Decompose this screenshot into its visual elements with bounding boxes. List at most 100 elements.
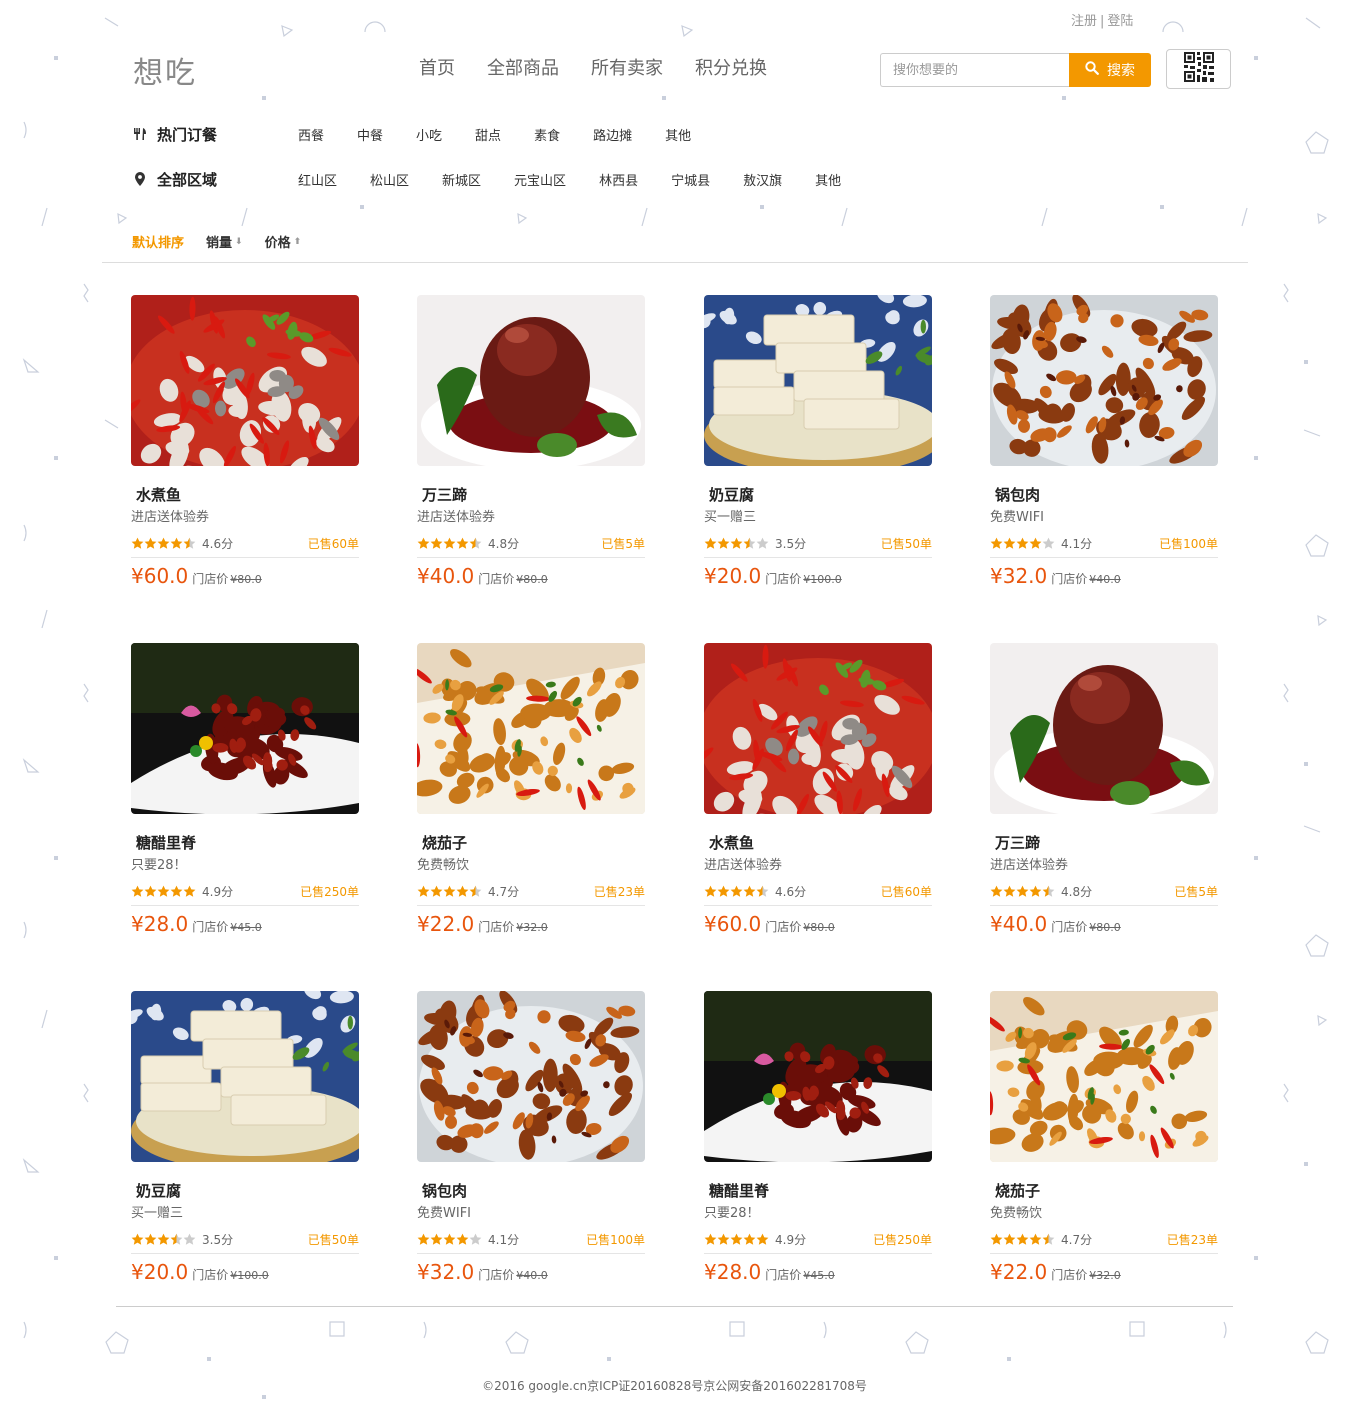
category-other[interactable]: 其他 bbox=[665, 125, 691, 144]
store-price: ¥100.0 bbox=[803, 573, 842, 586]
nav-all-products[interactable]: 全部商品 bbox=[487, 57, 559, 81]
login-link[interactable]: 登陆 bbox=[1107, 14, 1133, 29]
nav-home[interactable]: 首页 bbox=[419, 57, 455, 81]
product-card[interactable]: 锅包肉 免费WIFI 4.1分 已售100单 ¥32.0 门店价 ¥40.0 bbox=[990, 295, 1218, 588]
site-logo[interactable]: 想吃 bbox=[133, 48, 197, 92]
product-image[interactable] bbox=[704, 991, 932, 1162]
area-linxi[interactable]: 林西县 bbox=[599, 170, 638, 189]
area-aohan[interactable]: 敖汉旗 bbox=[743, 170, 782, 189]
area-ningcheng[interactable]: 宁城县 bbox=[671, 170, 710, 189]
product-rating-row: 4.9分 已售250单 bbox=[131, 883, 359, 899]
product-score: 3.5分 bbox=[202, 1232, 234, 1247]
nav-points-exchange[interactable]: 积分兑换 bbox=[695, 57, 767, 81]
product-name[interactable]: 水煮鱼 bbox=[704, 834, 932, 852]
product-score: 4.9分 bbox=[775, 1232, 807, 1247]
qr-code-icon bbox=[1183, 52, 1214, 86]
category-vegetarian[interactable]: 素食 bbox=[534, 125, 560, 144]
area-hongshan[interactable]: 红山区 bbox=[298, 170, 337, 189]
product-name[interactable]: 锅包肉 bbox=[990, 486, 1218, 504]
card-divider bbox=[131, 557, 359, 558]
product-rating-row: 4.9分 已售250单 bbox=[704, 1231, 932, 1247]
search-button[interactable]: 搜索 bbox=[1069, 53, 1151, 87]
store-price: ¥32.0 bbox=[1089, 1269, 1121, 1282]
sort-default[interactable]: 默认排序 bbox=[132, 232, 184, 251]
register-link[interactable]: 注册 bbox=[1071, 14, 1097, 29]
store-price-label: 门店价 bbox=[765, 572, 802, 586]
star-icon bbox=[144, 537, 157, 549]
star-icon bbox=[456, 1233, 469, 1245]
store-price-label: 门店价 bbox=[192, 920, 229, 934]
product-image[interactable] bbox=[131, 643, 359, 814]
product-image[interactable] bbox=[417, 643, 645, 814]
star-icon bbox=[430, 885, 443, 897]
qr-code-button[interactable] bbox=[1166, 49, 1231, 89]
product-name[interactable]: 锅包肉 bbox=[417, 1182, 645, 1200]
product-card[interactable]: 烧茄子 免费畅饮 4.7分 已售23单 ¥22.0 门店价 ¥32.0 bbox=[417, 643, 645, 936]
product-card[interactable]: 烧茄子 免费畅饮 4.7分 已售23单 ¥22.0 门店价 ¥32.0 bbox=[990, 991, 1218, 1284]
product-name[interactable]: 万三蹄 bbox=[990, 834, 1218, 852]
product-name[interactable]: 烧茄子 bbox=[417, 834, 645, 852]
nav-all-sellers[interactable]: 所有卖家 bbox=[591, 57, 663, 81]
product-image[interactable] bbox=[131, 295, 359, 466]
star-icon bbox=[704, 537, 717, 549]
star-rating bbox=[131, 1233, 196, 1246]
product-score: 3.5分 bbox=[775, 536, 807, 551]
category-chinese[interactable]: 中餐 bbox=[357, 125, 383, 144]
star-icon bbox=[170, 885, 183, 897]
category-street-food[interactable]: 路边摊 bbox=[593, 125, 632, 144]
star-icon bbox=[430, 537, 443, 549]
card-divider bbox=[704, 1253, 932, 1254]
product-card[interactable]: 水煮鱼 进店送体验券 4.6分 已售60单 ¥60.0 门店价 ¥80.0 bbox=[131, 295, 359, 588]
product-image[interactable] bbox=[990, 295, 1218, 466]
product-card[interactable]: 糖醋里脊 只要28！ 4.9分 已售250单 ¥28.0 门店价 ¥45.0 bbox=[131, 643, 359, 936]
product-promo: 只要28！ bbox=[131, 858, 187, 873]
category-filter-title: 热门订餐 bbox=[131, 124, 298, 145]
product-name[interactable]: 奶豆腐 bbox=[131, 1182, 359, 1200]
area-xincheng[interactable]: 新城区 bbox=[442, 170, 481, 189]
store-price: ¥40.0 bbox=[516, 1269, 548, 1282]
product-image[interactable] bbox=[417, 991, 645, 1162]
star-icon bbox=[183, 885, 196, 897]
product-card[interactable]: 奶豆腐 买一赠三 3.5分 已售50单 ¥20.0 门店价 ¥100.0 bbox=[131, 991, 359, 1284]
product-price-row: ¥32.0 门店价 ¥40.0 bbox=[990, 564, 1218, 588]
sort-by-sales[interactable]: 销量 ⬇ bbox=[206, 232, 243, 251]
product-card[interactable]: 水煮鱼 进店送体验券 4.6分 已售60单 ¥60.0 门店价 ¥80.0 bbox=[704, 643, 932, 936]
product-name[interactable]: 水煮鱼 bbox=[131, 486, 359, 504]
product-promo: 进店送体验券 bbox=[704, 858, 783, 873]
product-name[interactable]: 糖醋里脊 bbox=[131, 834, 359, 852]
product-card[interactable]: 锅包肉 免费WIFI 4.1分 已售100单 ¥32.0 门店价 ¥40.0 bbox=[417, 991, 645, 1284]
search-input[interactable] bbox=[880, 53, 1069, 87]
area-songshan[interactable]: 松山区 bbox=[370, 170, 409, 189]
product-rating-row: 3.5分 已售50单 bbox=[704, 535, 932, 551]
product-card[interactable]: 糖醋里脊 只要28！ 4.9分 已售250单 ¥28.0 门店价 ¥45.0 bbox=[704, 991, 932, 1284]
product-image[interactable] bbox=[990, 991, 1218, 1162]
category-desserts[interactable]: 甜点 bbox=[475, 125, 501, 144]
area-yuanbaoshan[interactable]: 元宝山区 bbox=[514, 170, 566, 189]
product-card[interactable]: 万三蹄 进店送体验券 4.8分 已售5单 ¥40.0 门店价 ¥80.0 bbox=[990, 643, 1218, 936]
star-rating bbox=[131, 537, 196, 550]
sort-divider bbox=[102, 262, 1248, 263]
product-image[interactable] bbox=[704, 295, 932, 466]
product-card[interactable]: 万三蹄 进店送体验券 4.8分 已售5单 ¥40.0 门店价 ¥80.0 bbox=[417, 295, 645, 588]
product-price-row: ¥20.0 门店价 ¥100.0 bbox=[704, 564, 932, 588]
product-rating-row: 4.8分 已售5单 bbox=[990, 883, 1218, 899]
product-name[interactable]: 奶豆腐 bbox=[704, 486, 932, 504]
sort-by-price[interactable]: 价格 ⬆ bbox=[265, 232, 302, 251]
category-filter: 热门订餐 西餐 中餐 小吃 甜点 素食 路边摊 其他 bbox=[131, 122, 724, 146]
area-other[interactable]: 其他 bbox=[815, 170, 841, 189]
category-snacks[interactable]: 小吃 bbox=[416, 125, 442, 144]
product-image[interactable] bbox=[990, 643, 1218, 814]
search-button-label: 搜索 bbox=[1107, 63, 1135, 79]
star-icon bbox=[1016, 537, 1029, 549]
product-image[interactable] bbox=[131, 991, 359, 1162]
category-western[interactable]: 西餐 bbox=[298, 125, 324, 144]
product-image[interactable] bbox=[417, 295, 645, 466]
search-icon bbox=[1085, 61, 1099, 79]
product-name[interactable]: 糖醋里脊 bbox=[704, 1182, 932, 1200]
star-icon bbox=[1016, 1233, 1029, 1245]
product-image[interactable] bbox=[704, 643, 932, 814]
product-name[interactable]: 烧茄子 bbox=[990, 1182, 1218, 1200]
product-name[interactable]: 万三蹄 bbox=[417, 486, 645, 504]
store-price-label: 门店价 bbox=[1051, 1268, 1088, 1282]
product-card[interactable]: 奶豆腐 买一赠三 3.5分 已售50单 ¥20.0 门店价 ¥100.0 bbox=[704, 295, 932, 588]
